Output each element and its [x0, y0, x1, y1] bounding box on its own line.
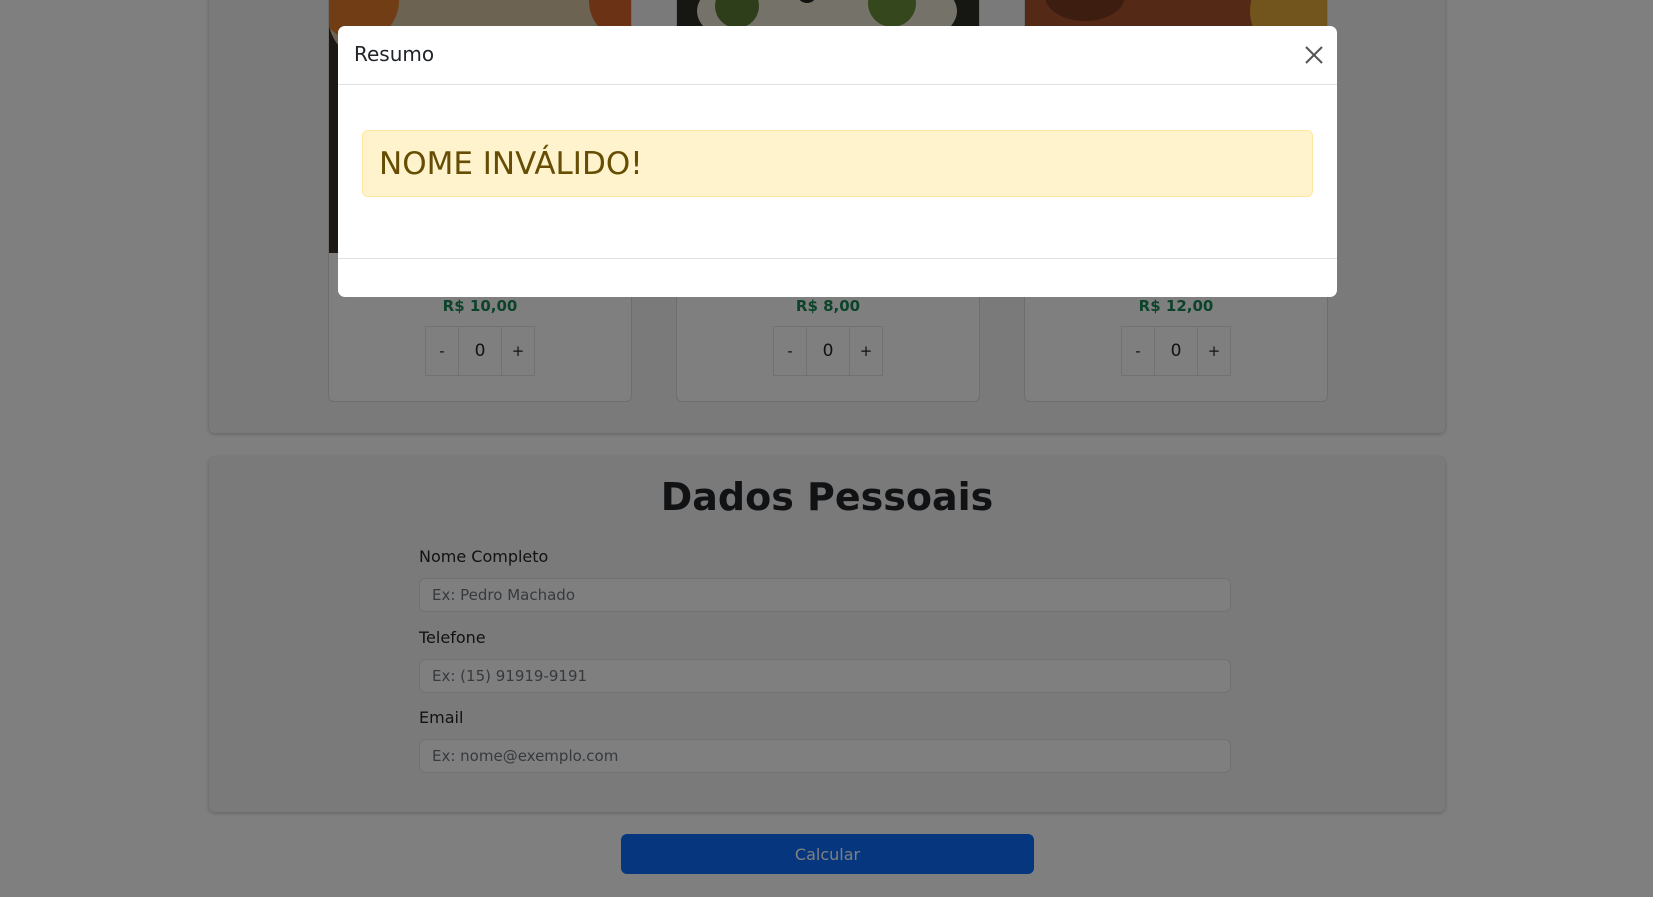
invalid-name-alert: NOME INVÁLIDO! [362, 130, 1313, 197]
summary-modal: Resumo NOME INVÁLIDO! [338, 26, 1337, 297]
modal-title: Resumo [354, 42, 435, 66]
modal-header: Resumo [338, 26, 1337, 85]
modal-footer [338, 258, 1337, 259]
close-icon[interactable] [1303, 44, 1325, 66]
